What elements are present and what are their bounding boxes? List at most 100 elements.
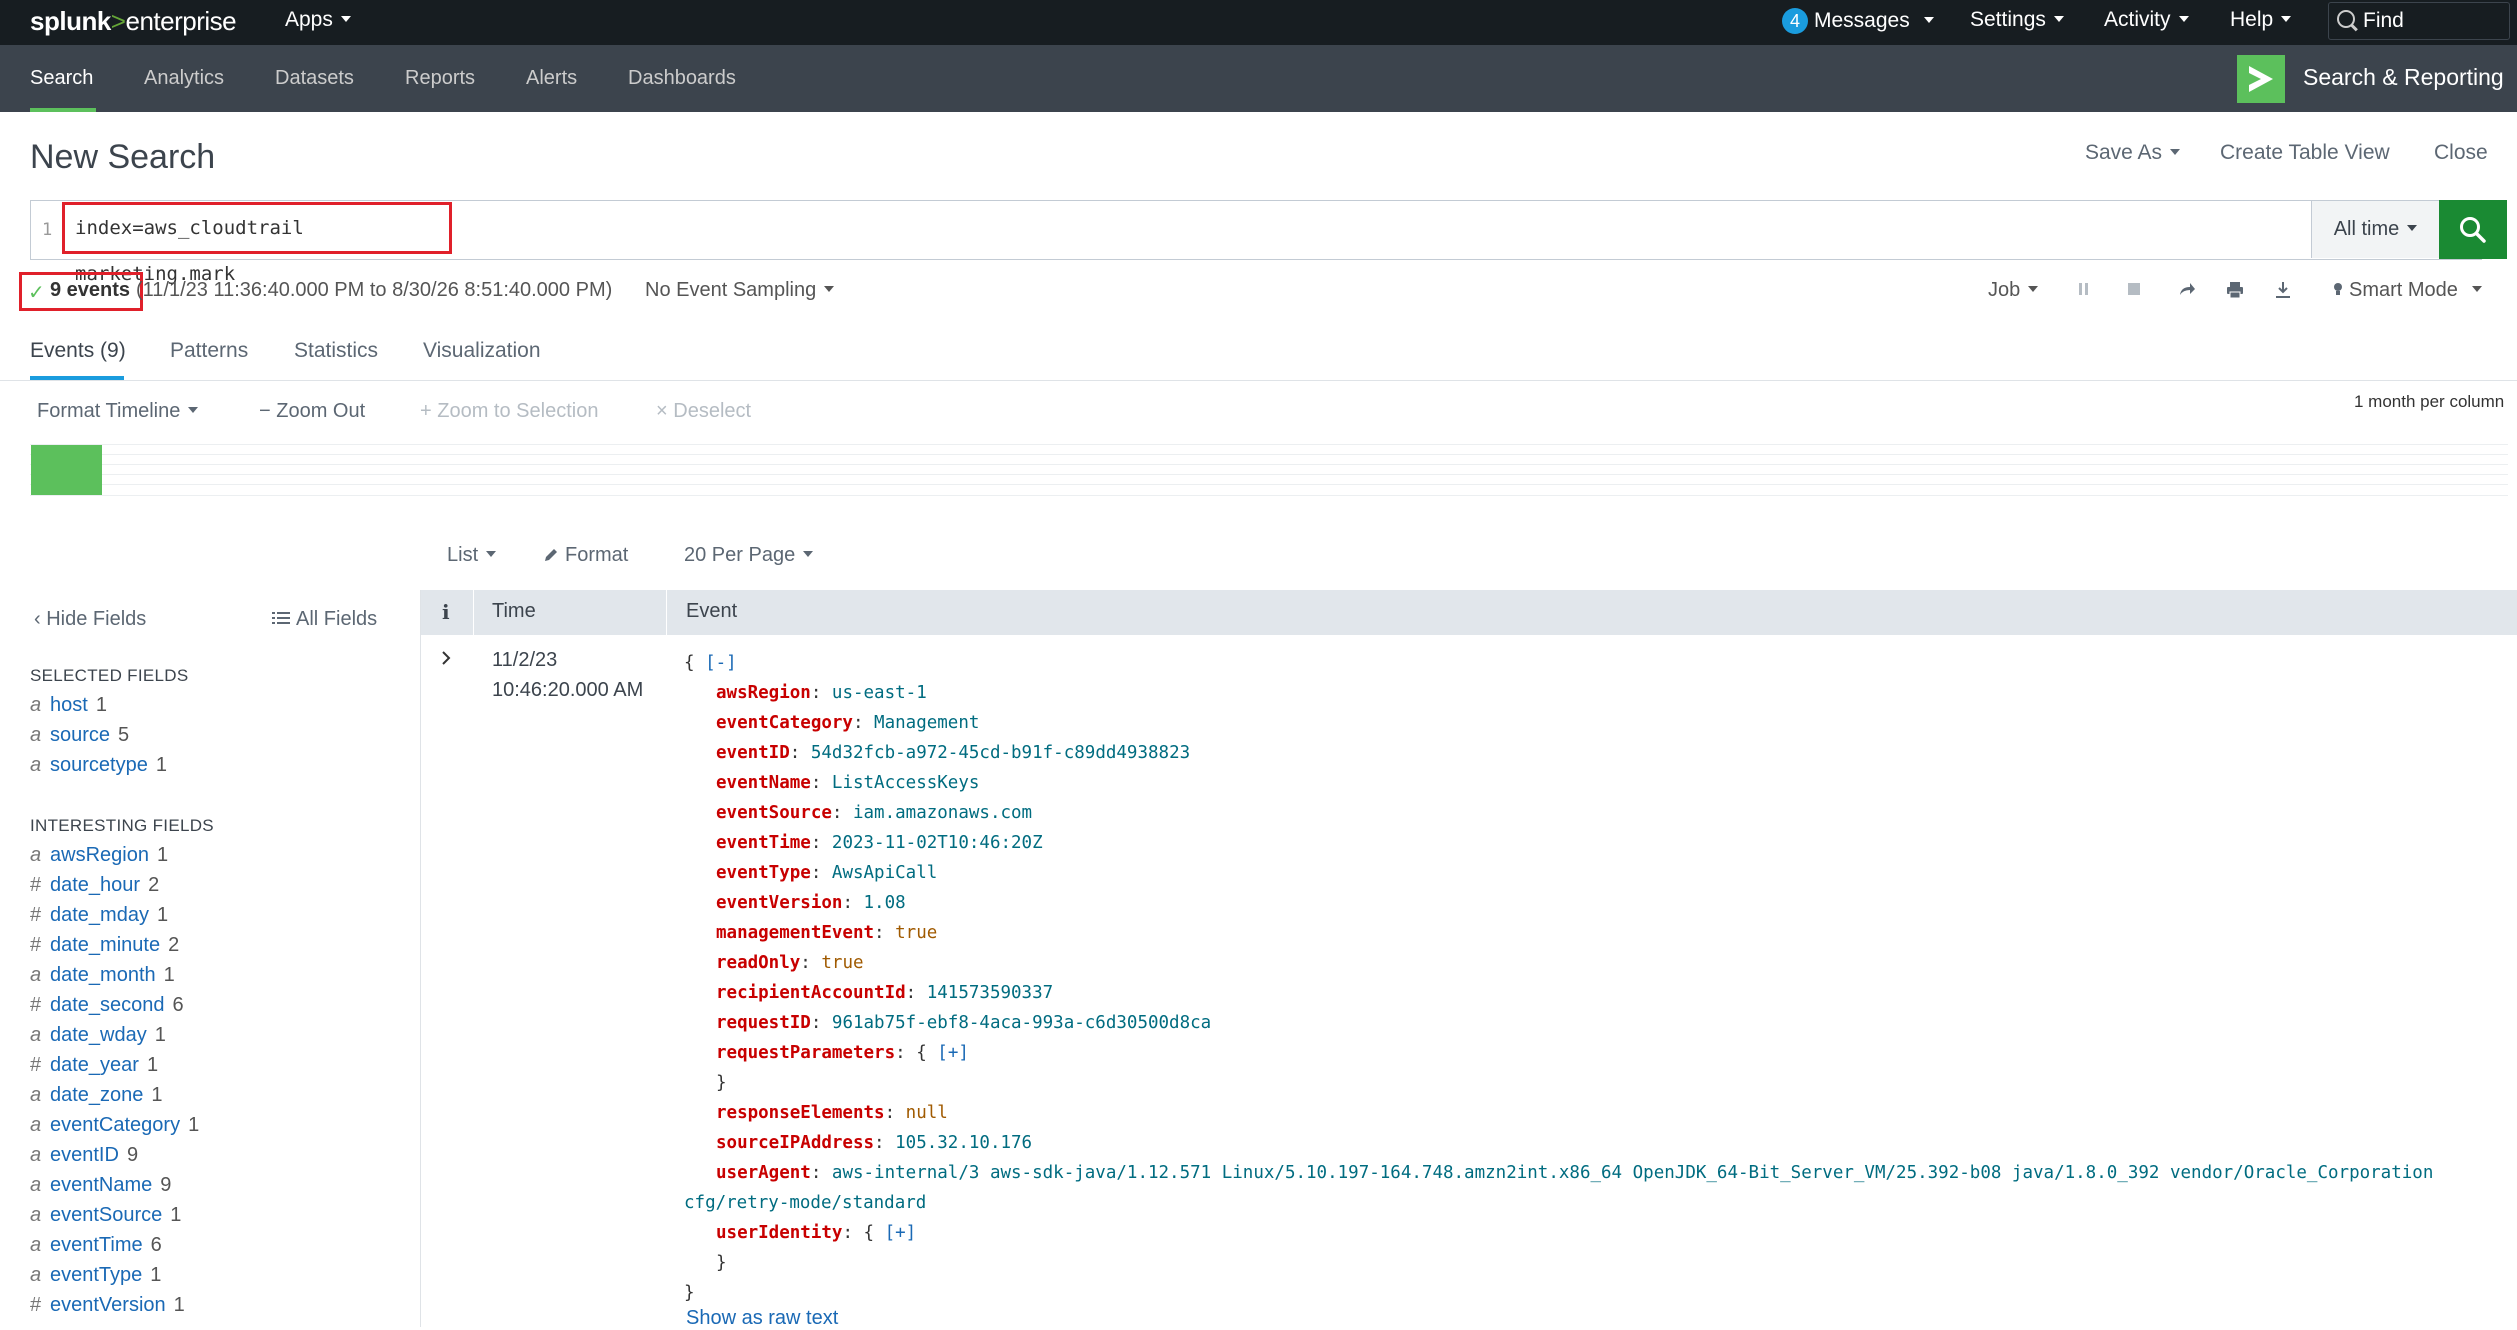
collapse-toggle[interactable]: [-] xyxy=(705,653,737,673)
event-field-key[interactable]: recipientAccountId xyxy=(716,983,906,1003)
settings-menu[interactable]: Settings xyxy=(1970,8,2064,32)
event-field-value[interactable]: 1.08 xyxy=(864,893,906,913)
share-icon[interactable] xyxy=(2178,281,2196,302)
search-query-input[interactable]: index=aws_cloudtrail marketing.mark xyxy=(62,202,452,285)
field-eventID[interactable]: a eventID 9 xyxy=(30,1144,138,1167)
event-field-key[interactable]: eventVersion xyxy=(716,893,842,913)
field-name[interactable]: date_wday xyxy=(50,1024,147,1046)
list-view-dropdown[interactable]: List xyxy=(447,544,496,567)
event-field-value[interactable]: null xyxy=(906,1103,948,1123)
field-eventVersion[interactable]: # eventVersion 1 xyxy=(30,1294,185,1317)
tab-patterns[interactable]: Patterns xyxy=(170,339,248,363)
expand-toggle[interactable]: [+] xyxy=(937,1043,969,1063)
field-date_year[interactable]: # date_year 1 xyxy=(30,1054,158,1077)
event-field-key[interactable]: eventSource xyxy=(716,803,832,823)
field-sourcetype[interactable]: a sourcetype 1 xyxy=(30,754,167,777)
time-column-header[interactable]: Time xyxy=(492,600,536,623)
time-range-picker[interactable]: All time xyxy=(2311,201,2439,258)
field-name[interactable]: date_year xyxy=(50,1054,139,1076)
activity-menu[interactable]: Activity xyxy=(2104,8,2189,32)
event-field-value[interactable]: us-east-1 xyxy=(832,683,927,703)
event-field-key[interactable]: userIdentity xyxy=(716,1223,842,1243)
field-name[interactable]: sourcetype xyxy=(50,754,148,776)
field-date_hour[interactable]: # date_hour 2 xyxy=(30,874,159,897)
save-as-button[interactable]: Save As xyxy=(2085,141,2180,165)
event-field-value[interactable]: iam.amazonaws.com xyxy=(853,803,1032,823)
field-eventName[interactable]: a eventName 9 xyxy=(30,1174,171,1197)
tab-visualization[interactable]: Visualization xyxy=(423,339,541,363)
field-date_mday[interactable]: # date_mday 1 xyxy=(30,904,168,927)
field-name[interactable]: date_month xyxy=(50,964,156,986)
app-title[interactable]: Search & Reporting xyxy=(2303,64,2504,91)
field-eventTime[interactable]: a eventTime 6 xyxy=(30,1234,162,1257)
search-mode-dropdown[interactable]: Smart Mode xyxy=(2333,279,2482,302)
apps-menu[interactable]: Apps xyxy=(285,8,351,32)
field-host[interactable]: a host 1 xyxy=(30,694,107,717)
event-field-key[interactable]: eventName xyxy=(716,773,811,793)
zoom-to-selection-button[interactable]: + Zoom to Selection xyxy=(420,400,598,423)
messages-menu[interactable]: 4 Messages xyxy=(1782,8,1934,34)
deselect-button[interactable]: × Deselect xyxy=(656,400,751,423)
field-date_wday[interactable]: a date_wday 1 xyxy=(30,1024,166,1047)
event-field-value-continued[interactable]: cfg/retry-mode/standard xyxy=(684,1193,926,1213)
help-menu[interactable]: Help xyxy=(2230,8,2291,32)
field-name[interactable]: date_second xyxy=(50,994,165,1016)
stop-icon[interactable] xyxy=(2126,281,2142,302)
field-name[interactable]: eventType xyxy=(50,1264,142,1286)
field-name[interactable]: host xyxy=(50,694,88,716)
field-awsRegion[interactable]: a awsRegion 1 xyxy=(30,844,168,867)
format-timeline-dropdown[interactable]: Format Timeline xyxy=(37,400,198,423)
event-field-key[interactable]: responseElements xyxy=(716,1103,885,1123)
event-field-key[interactable]: readOnly xyxy=(716,953,800,973)
event-field-value[interactable]: 141573590337 xyxy=(927,983,1053,1003)
event-field-key[interactable]: sourceIPAddress xyxy=(716,1133,874,1153)
nav-datasets[interactable]: Datasets xyxy=(275,67,354,90)
field-eventCategory[interactable]: a eventCategory 1 xyxy=(30,1114,199,1137)
field-name[interactable]: eventName xyxy=(50,1174,152,1196)
expand-toggle[interactable]: [+] xyxy=(885,1223,917,1243)
event-field-value[interactable]: ListAccessKeys xyxy=(832,773,980,793)
nav-alerts[interactable]: Alerts xyxy=(526,67,577,90)
close-button[interactable]: Close xyxy=(2434,141,2488,165)
field-name[interactable]: awsRegion xyxy=(50,844,149,866)
event-field-key[interactable]: requestParameters xyxy=(716,1043,895,1063)
field-name[interactable]: date_mday xyxy=(50,904,149,926)
create-table-view-button[interactable]: Create Table View xyxy=(2220,141,2390,165)
field-name[interactable]: date_hour xyxy=(50,874,140,896)
field-date_month[interactable]: a date_month 1 xyxy=(30,964,175,987)
event-field-key[interactable]: eventCategory xyxy=(716,713,853,733)
field-name[interactable]: source xyxy=(50,724,110,746)
event-field-value[interactable]: 961ab75f-ebf8-4aca-993a-c6d30500d8ca xyxy=(832,1013,1211,1033)
tab-statistics[interactable]: Statistics xyxy=(294,339,378,363)
expand-row-icon[interactable] xyxy=(440,649,452,672)
pause-icon[interactable] xyxy=(2078,281,2090,302)
field-source[interactable]: a source 5 xyxy=(30,724,129,747)
event-field-key[interactable]: requestID xyxy=(716,1013,811,1033)
timeline-chart[interactable] xyxy=(30,444,2508,496)
event-field-value[interactable]: 54d32fcb-a972-45cd-b91f-c89dd4938823 xyxy=(811,743,1190,763)
field-name[interactable]: eventVersion xyxy=(50,1294,166,1316)
event-field-value[interactable]: aws-internal/3 aws-sdk-java/1.12.571 Lin… xyxy=(832,1163,2433,1183)
event-field-value[interactable]: true xyxy=(895,923,937,943)
print-icon[interactable] xyxy=(2226,281,2244,304)
zoom-out-button[interactable]: − Zoom Out xyxy=(259,400,365,423)
all-fields-button[interactable]: All Fields xyxy=(272,608,377,631)
nav-reports[interactable]: Reports xyxy=(405,67,475,90)
field-name[interactable]: eventID xyxy=(50,1144,119,1166)
nav-search[interactable]: Search xyxy=(30,67,93,90)
event-sampling-dropdown[interactable]: No Event Sampling xyxy=(645,279,834,302)
field-name[interactable]: eventSource xyxy=(50,1204,162,1226)
field-name[interactable]: eventCategory xyxy=(50,1114,180,1136)
field-name[interactable]: eventTime xyxy=(50,1234,143,1256)
field-name[interactable]: date_zone xyxy=(50,1084,143,1106)
event-field-value[interactable]: 105.32.10.176 xyxy=(895,1133,1032,1153)
field-name[interactable]: date_minute xyxy=(50,934,160,956)
tab-events[interactable]: Events (9) xyxy=(30,339,126,363)
event-field-key[interactable]: awsRegion xyxy=(716,683,811,703)
event-field-value[interactable]: 2023-11-02T10:46:20Z xyxy=(832,833,1043,853)
splunk-logo[interactable]: splunk>enterprise xyxy=(30,6,237,37)
field-date_zone[interactable]: a date_zone 1 xyxy=(30,1084,163,1107)
job-menu[interactable]: Job xyxy=(1988,279,2038,302)
hide-fields-button[interactable]: ‹ Hide Fields xyxy=(34,608,146,631)
event-field-value[interactable]: AwsApiCall xyxy=(832,863,937,883)
